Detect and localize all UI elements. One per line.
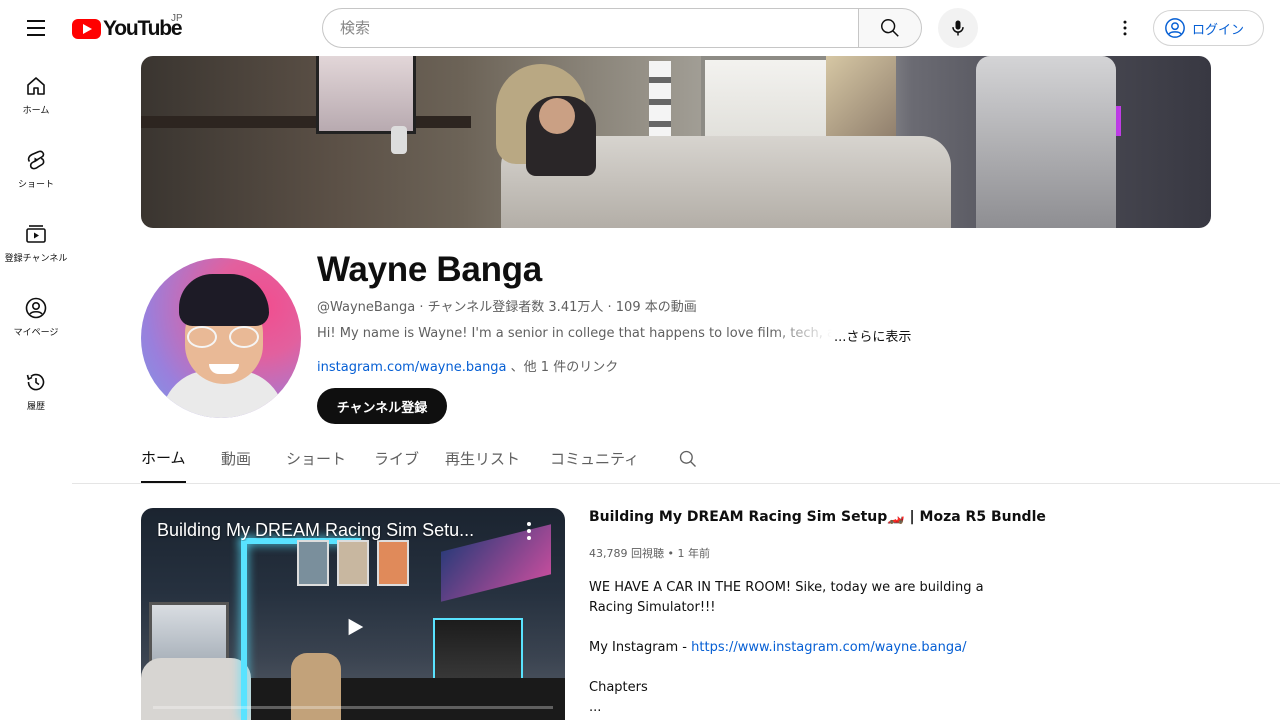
- menu-button[interactable]: [16, 8, 56, 48]
- view-count: 43,789 回視聴: [589, 547, 664, 560]
- login-button[interactable]: ログイン: [1153, 10, 1264, 46]
- show-more-link[interactable]: ...さらに表示: [834, 326, 911, 345]
- sidebar-item-home[interactable]: ホーム: [0, 56, 72, 130]
- channel-links: instagram.com/wayne.banga 、他 1 件のリンク: [317, 356, 618, 375]
- search-icon: [679, 450, 696, 467]
- player-progress-bar[interactable]: [153, 706, 553, 709]
- sidebar-item-history[interactable]: 履歴: [0, 352, 72, 426]
- sidebar-item-label: ホーム: [22, 106, 50, 116]
- youtube-logo[interactable]: YouTube: [72, 17, 183, 41]
- channel-tabs: ホーム 動画 ショート ライブ 再生リスト コミュニティ: [72, 434, 1280, 484]
- banner-photo-wall: [826, 56, 896, 146]
- search-icon: [881, 19, 899, 37]
- banner-person-face: [539, 98, 575, 134]
- channel-avatar: [141, 258, 301, 418]
- instagram-label: My Instagram -: [589, 640, 692, 655]
- you-icon: [25, 297, 47, 319]
- play-icon[interactable]: [344, 616, 366, 638]
- player-title[interactable]: Building My DREAM Racing Sim Setu...: [157, 520, 497, 541]
- search-box: [322, 8, 859, 48]
- banner-bottle: [391, 126, 407, 154]
- thumb-poster: [377, 540, 409, 586]
- glasses-lens: [229, 326, 259, 348]
- tab-live[interactable]: ライブ: [374, 434, 419, 483]
- dot: [527, 528, 531, 533]
- meta-separator: ·: [607, 300, 616, 315]
- hamburger-line: [27, 20, 45, 22]
- dot: [527, 536, 531, 541]
- description-instagram: My Instagram - https://www.instagram.com…: [589, 638, 989, 658]
- banner-chair: [976, 56, 1116, 228]
- featured-video-description: WE HAVE A CAR IN THE ROOM! Sike, today w…: [589, 578, 989, 718]
- chapters-label: Chapters: [589, 680, 648, 695]
- search-button[interactable]: [858, 8, 922, 48]
- channel-meta: @WayneBanga · チャンネル登録者数 3.41万人 · 109 本の動…: [317, 296, 697, 315]
- description-line: WE HAVE A CAR IN THE ROOM! Sike, today w…: [589, 580, 984, 615]
- featured-video-player[interactable]: Building My DREAM Racing Sim Setu...: [141, 508, 565, 720]
- sidebar-item-you[interactable]: マイページ: [0, 278, 72, 352]
- logo-text: YouTube: [103, 17, 183, 40]
- tab-videos[interactable]: 動画: [221, 434, 251, 483]
- sidebar-item-label: マイページ: [13, 328, 59, 338]
- thumb-chair: [291, 653, 341, 720]
- channel-search-button[interactable]: [678, 449, 698, 474]
- settings-more-button[interactable]: [1105, 8, 1145, 48]
- tab-shorts[interactable]: ショート: [286, 434, 346, 483]
- region-code: JP: [171, 13, 183, 24]
- search-input[interactable]: [340, 19, 859, 37]
- glasses-lens: [187, 326, 217, 348]
- sidebar-item-label: 履歴: [26, 402, 45, 412]
- banner-pc-case: [316, 56, 416, 134]
- avatar-glasses: [187, 326, 261, 348]
- thumb-neon-strip: [241, 538, 247, 720]
- thumb-poster: [297, 540, 329, 586]
- login-label: ログイン: [1192, 22, 1245, 38]
- subscriber-count: チャンネル登録者数 3.41万人: [427, 300, 604, 315]
- top-bar: YouTube JP ログイン: [0, 0, 1280, 56]
- home-icon: [27, 77, 45, 95]
- account-circle-icon: [1165, 18, 1185, 38]
- thumb-bed: [141, 658, 251, 720]
- more-links-text[interactable]: 、他 1 件のリンク: [511, 360, 619, 375]
- channel-name: Wayne Banga: [317, 250, 542, 289]
- voice-search-button[interactable]: [938, 8, 978, 48]
- tab-playlists[interactable]: 再生リスト: [445, 434, 520, 483]
- thumb-poster: [337, 540, 369, 586]
- sidebar-item-label: ショート: [17, 180, 54, 190]
- upload-age: 1 年前: [677, 547, 711, 560]
- dot: [527, 521, 531, 526]
- featured-video-meta: 43,789 回視聴 • 1 年前: [589, 545, 710, 561]
- more-vert-icon: [1123, 20, 1127, 36]
- description-ellipsis: ...: [589, 700, 602, 715]
- subscribe-button[interactable]: チャンネル登録: [317, 388, 447, 424]
- tab-community[interactable]: コミュニティ: [550, 434, 639, 483]
- featured-video-title[interactable]: Building My DREAM Racing Sim Setup🏎️ | M…: [589, 509, 1046, 525]
- shorts-icon: [27, 150, 45, 170]
- microphone-icon: [952, 20, 964, 36]
- sidebar-item-shorts[interactable]: ショート: [0, 130, 72, 204]
- banner-desk: [141, 116, 471, 128]
- subscriptions-icon: [26, 225, 46, 243]
- sidebar-item-label: 登録チャンネル: [4, 254, 68, 264]
- channel-handle: @WayneBanga: [317, 300, 416, 315]
- player-menu-button[interactable]: [521, 520, 537, 542]
- channel-description[interactable]: Hi! My name is Wayne! I'm a senior in co…: [317, 326, 917, 345]
- video-count: 109 本の動画: [615, 300, 697, 315]
- history-icon: [26, 373, 45, 391]
- instagram-link[interactable]: instagram.com/wayne.banga: [317, 360, 507, 375]
- description-text: Hi! My name is Wayne! I'm a senior in co…: [317, 326, 832, 341]
- youtube-play-icon: [72, 19, 101, 39]
- meta-separator: ·: [419, 300, 428, 315]
- meta-separator: •: [667, 547, 678, 560]
- sidebar-item-subscriptions[interactable]: 登録チャンネル: [0, 204, 72, 278]
- hamburger-line: [27, 34, 45, 36]
- instagram-url-link[interactable]: https://www.instagram.com/wayne.banga/: [691, 640, 966, 655]
- avatar-hair: [179, 274, 269, 326]
- side-nav: ホーム ショート 登録チャンネル マイページ 履歴: [0, 56, 72, 426]
- tab-home[interactable]: ホーム: [141, 434, 186, 483]
- hamburger-line: [27, 27, 45, 29]
- channel-banner: [141, 56, 1211, 228]
